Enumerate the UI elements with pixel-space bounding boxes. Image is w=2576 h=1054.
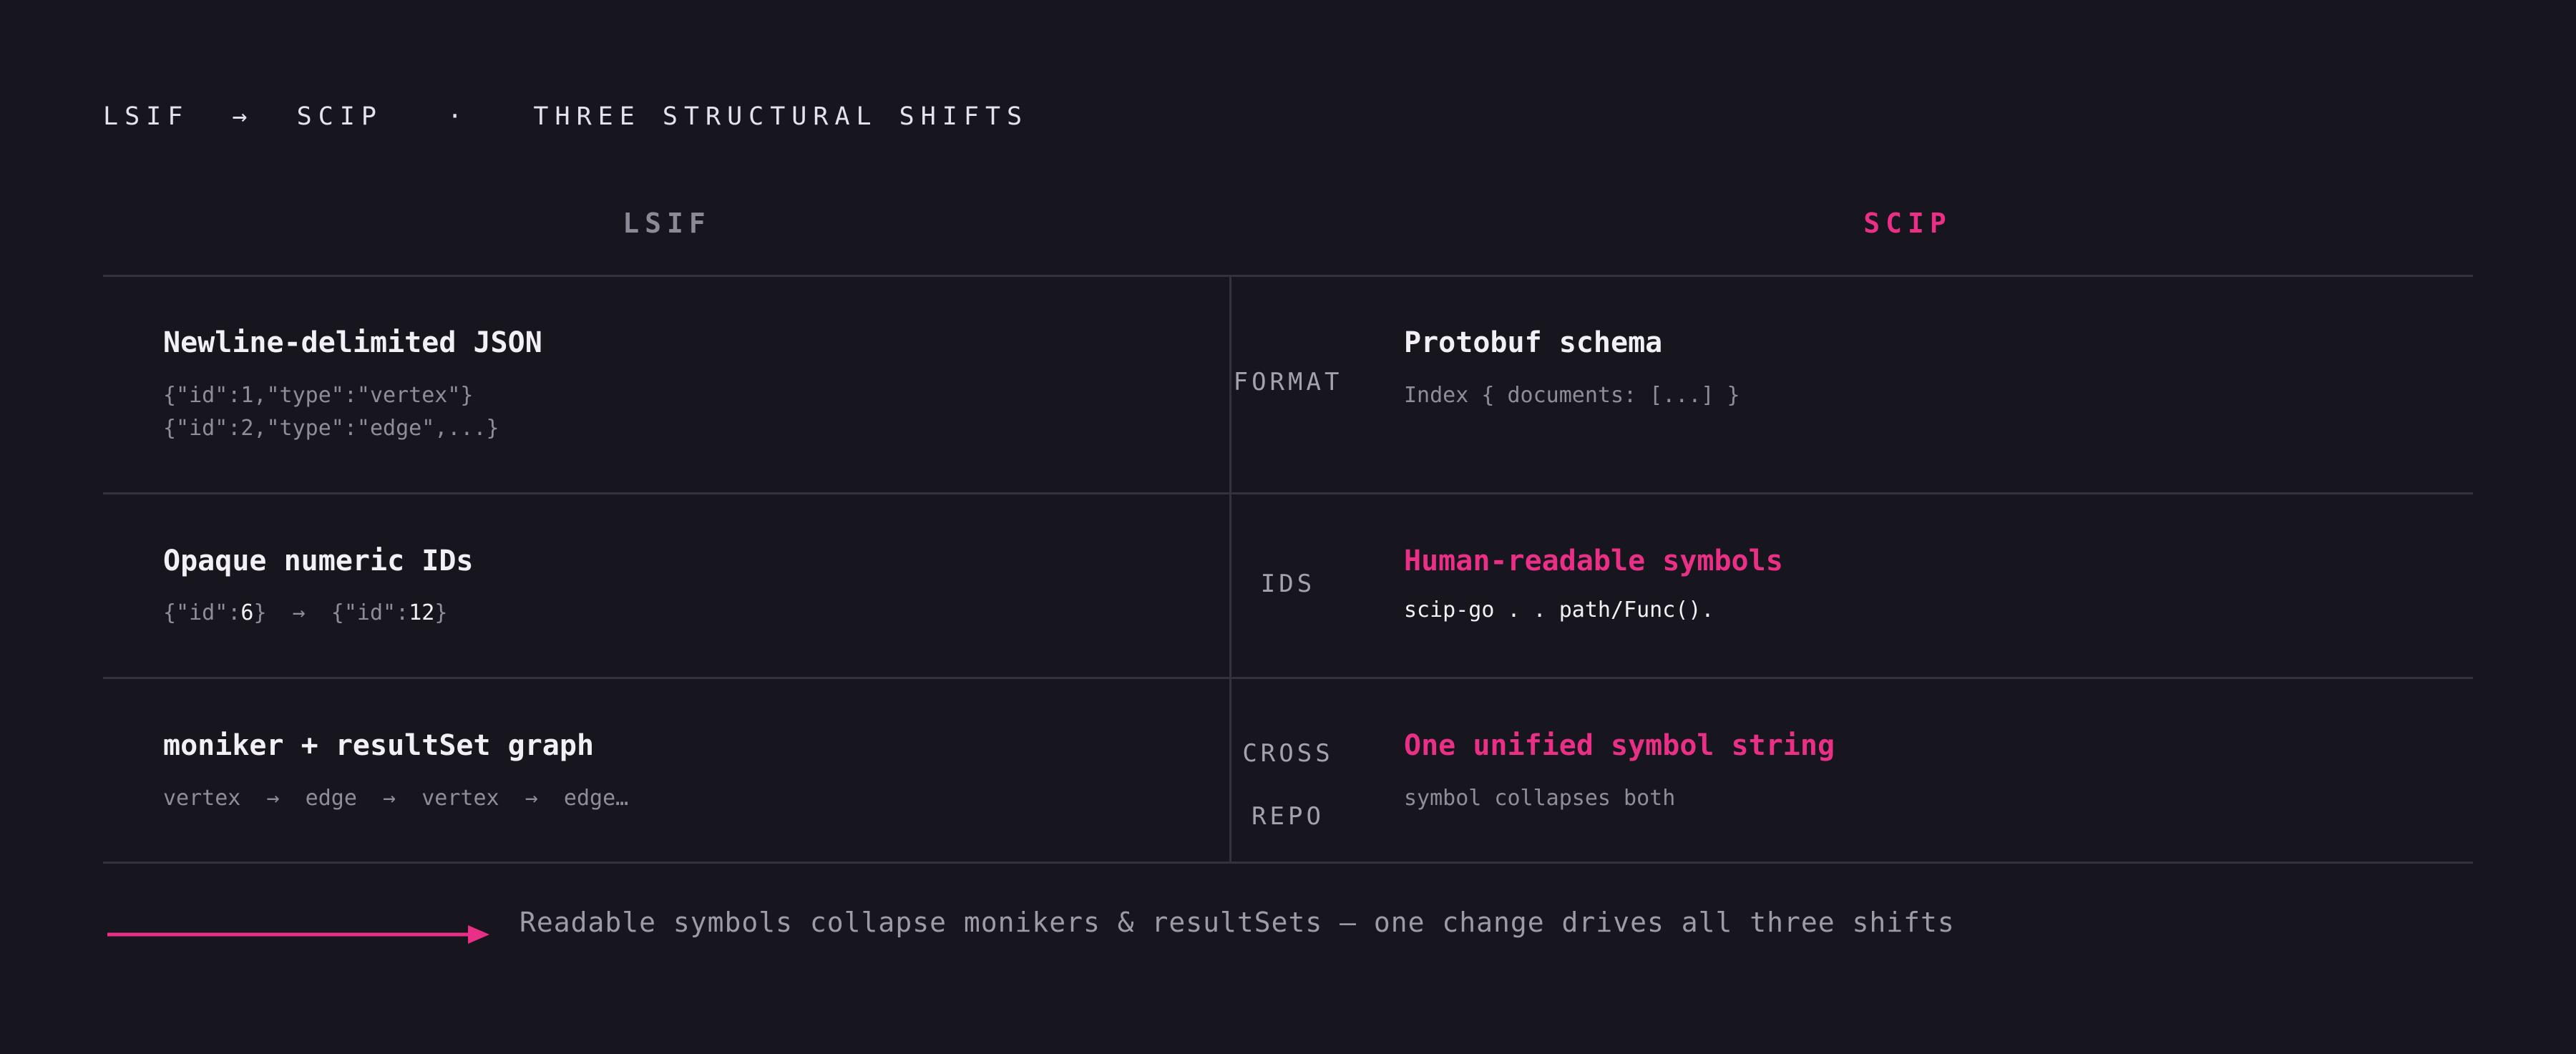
lsif-format-title: Newline-delimited JSON bbox=[163, 326, 542, 359]
scip-cross-repo-title: One unified symbol string bbox=[1404, 729, 1835, 762]
header-divider bbox=[103, 275, 2473, 277]
scip-format-example: Index { documents: [...] } bbox=[1404, 383, 1740, 408]
scip-format-title: Protobuf schema bbox=[1404, 326, 1663, 359]
diagram-kicker: LSIF → SCIP · THREE STRUCTURAL SHIFTS bbox=[103, 102, 1029, 131]
scip-cross-repo-example: symbol collapses both bbox=[1404, 786, 1676, 811]
lsif-cross-repo-title: moniker + resultSet graph bbox=[163, 729, 595, 762]
column-divider bbox=[1229, 276, 1231, 863]
lsif-format-line-2: {"id":2,"type":"edge",...} bbox=[163, 416, 499, 441]
scip-ids-example: scip-go . . path/Func(). bbox=[1404, 597, 1714, 623]
row-divider bbox=[103, 492, 2473, 494]
lsif-format-line-1: {"id":1,"type":"vertex"} bbox=[163, 383, 474, 408]
column-header-lsif: LSIF bbox=[623, 208, 711, 239]
column-header-scip: SCIP bbox=[1863, 208, 1952, 239]
diagram-caption: Readable symbols collapse monikers & res… bbox=[519, 907, 1955, 938]
lsif-ids-example: {"id":6} → {"id":12} bbox=[163, 600, 448, 625]
scip-ids-title: Human-readable symbols bbox=[1404, 545, 1783, 577]
lsif-format-example: {"id":1,"type":"vertex"} {"id":2,"type":… bbox=[163, 379, 499, 445]
row-divider bbox=[103, 677, 2473, 679]
lsif-ids-title: Opaque numeric IDs bbox=[163, 545, 474, 577]
bottom-divider bbox=[103, 862, 2473, 864]
lsif-cross-repo-example: vertex → edge → vertex → edge… bbox=[163, 786, 629, 811]
arrow-right-icon bbox=[107, 925, 489, 944]
